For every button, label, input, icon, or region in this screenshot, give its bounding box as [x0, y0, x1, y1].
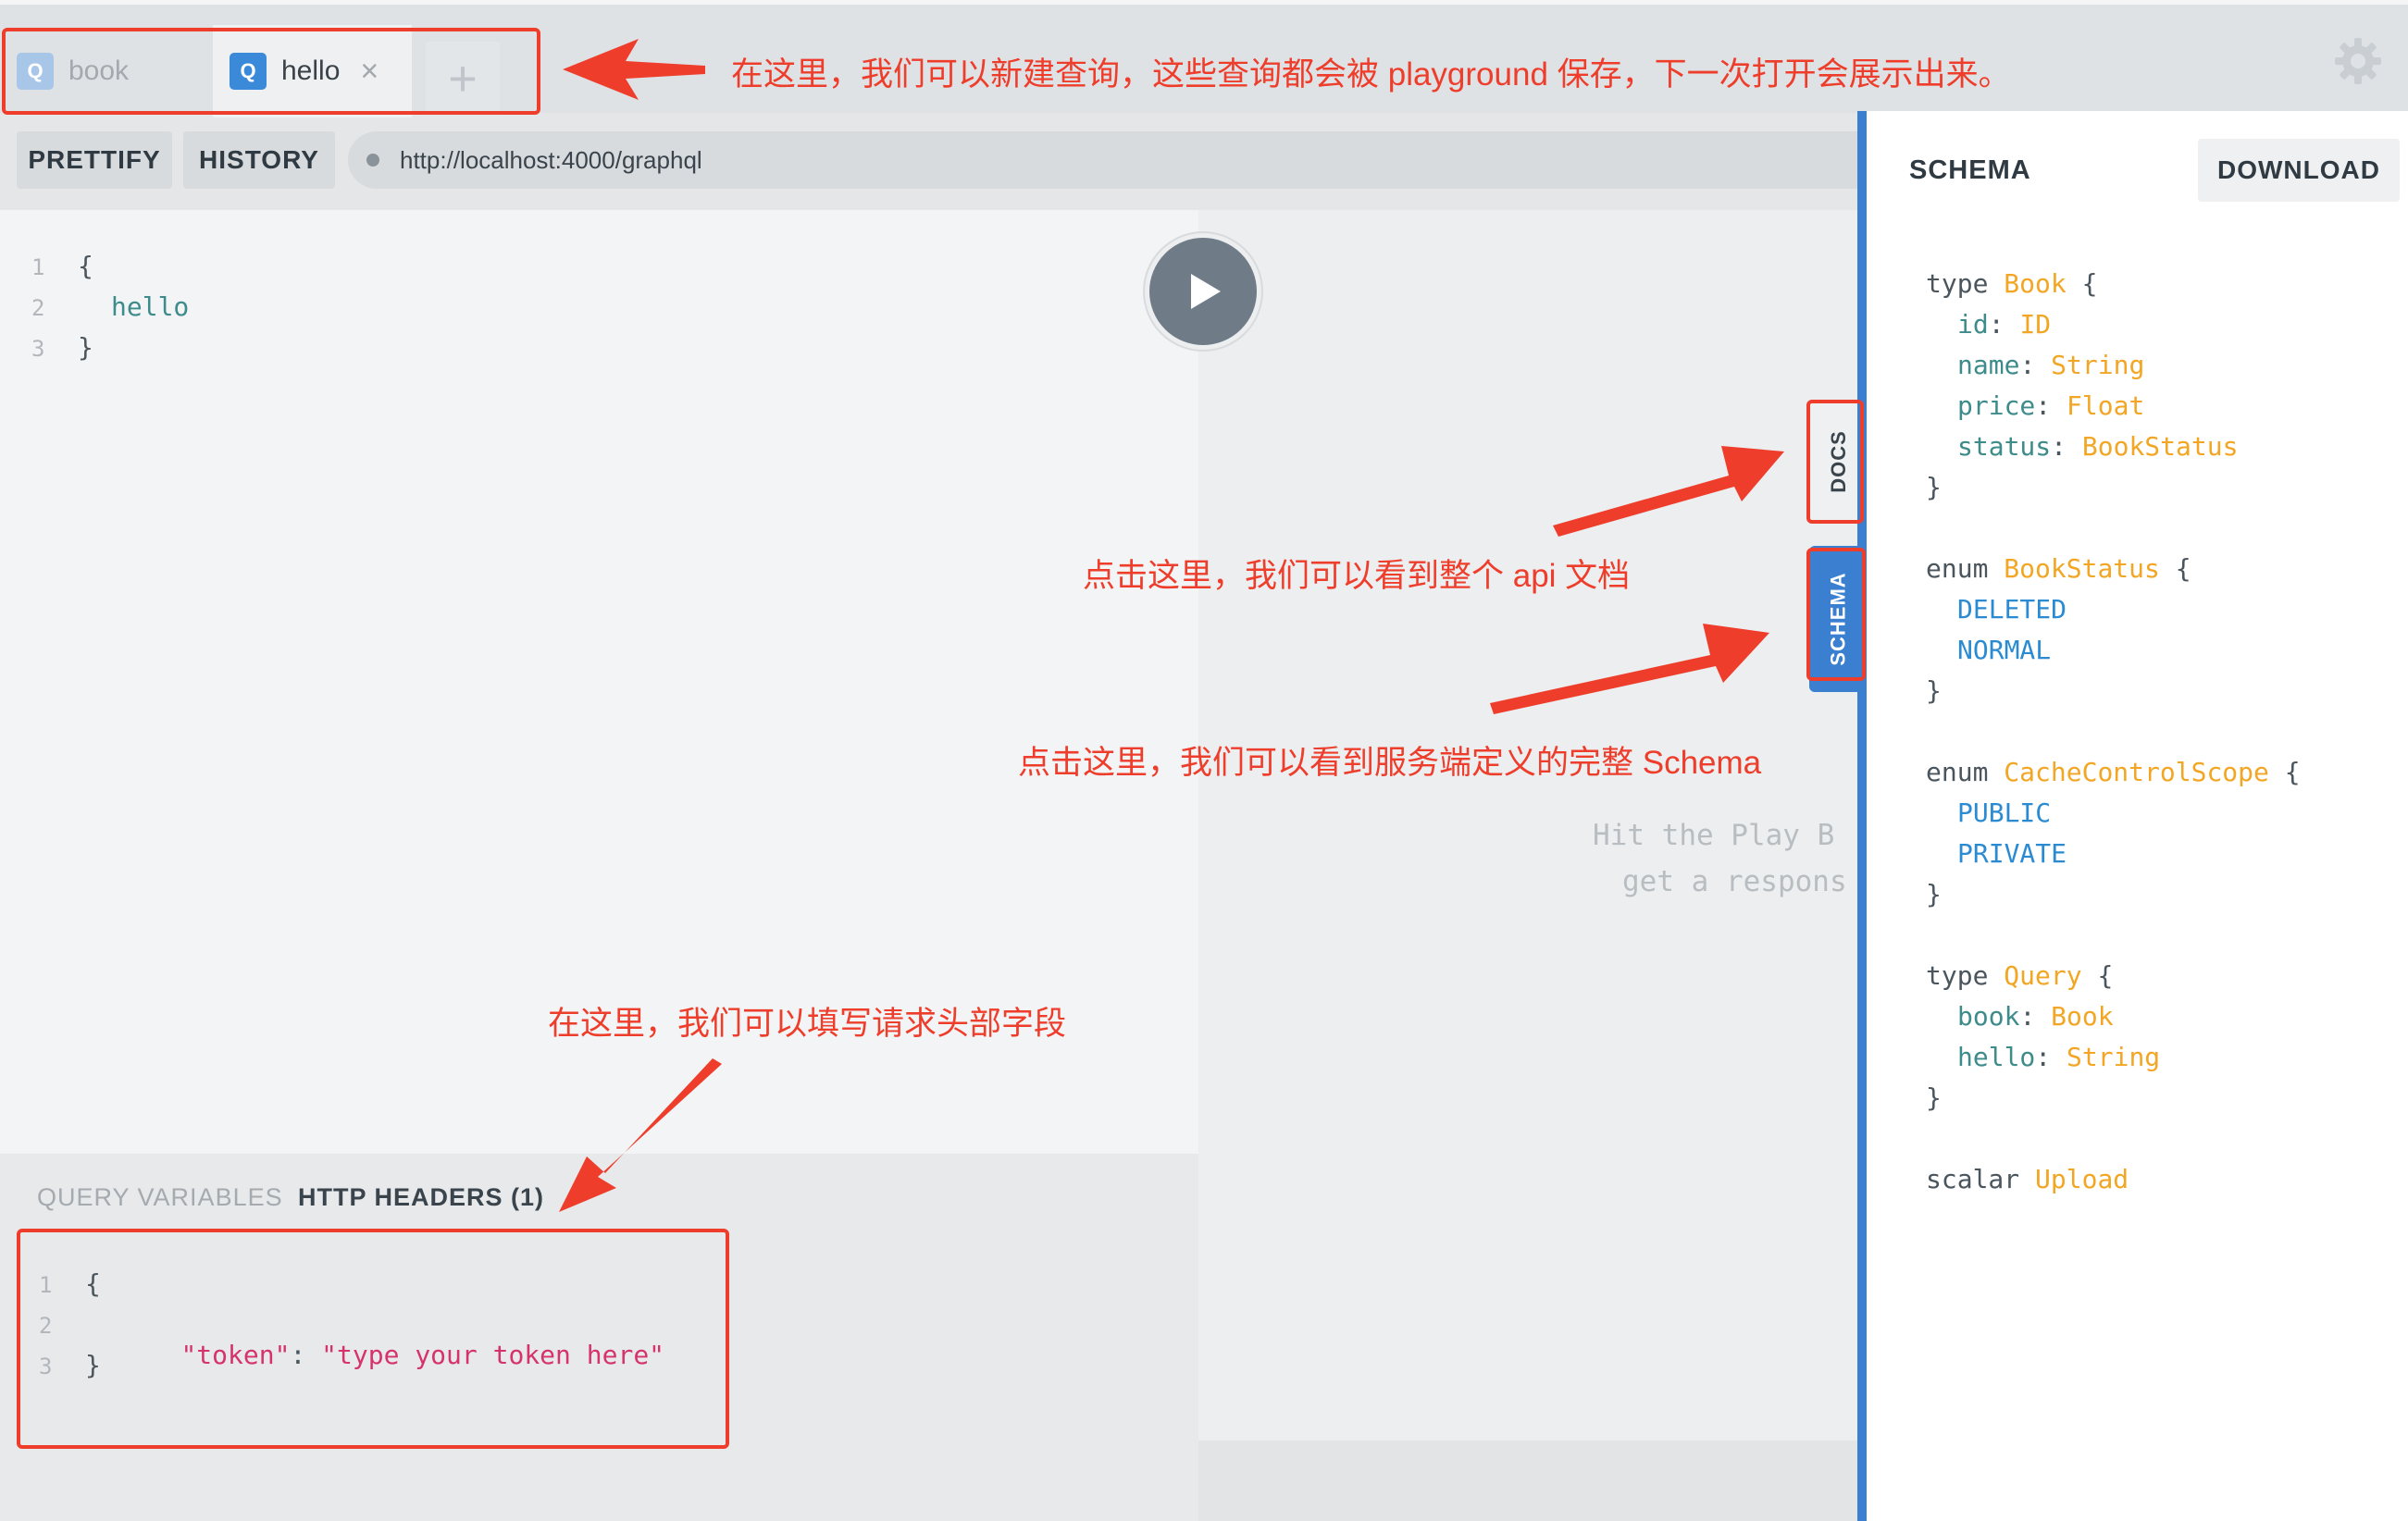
arrow-icon: [1553, 446, 1784, 537]
arrow-icon: [563, 39, 705, 100]
arrow-icon: [1490, 624, 1769, 714]
annotation-schema: 点击这里，我们可以看到服务端定义的完整 Schema: [1018, 745, 1762, 781]
annotation-docs: 点击这里，我们可以看到整个 api 文档: [1083, 558, 1631, 594]
annotation-tabs: 在这里，我们可以新建查询，这些查询都会被 playground 保存，下一次打开…: [731, 56, 2011, 93]
arrow-icon: [559, 1058, 722, 1212]
annotation-headers: 在这里，我们可以填写请求头部字段: [548, 1006, 1067, 1042]
